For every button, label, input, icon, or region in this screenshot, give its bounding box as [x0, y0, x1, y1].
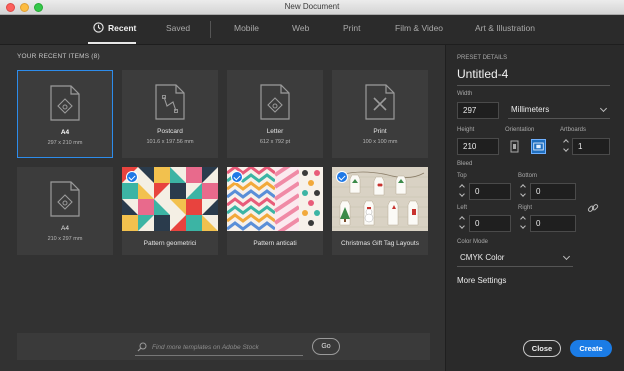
document-icon: [50, 85, 80, 121]
tab-web[interactable]: Web: [292, 23, 309, 33]
stock-search-input[interactable]: Find more templates on Adobe Stock: [152, 344, 259, 351]
active-tab-indicator: [88, 42, 136, 44]
document-icon: [50, 181, 80, 217]
bleed-right-input[interactable]: 0: [530, 215, 576, 232]
print-document-icon: [365, 84, 395, 120]
tab-print[interactable]: Print: [343, 23, 360, 33]
template-name: Pattern geometrici: [143, 240, 197, 247]
template-pattern-anticati[interactable]: Pattern anticati: [227, 167, 323, 255]
portrait-orientation-icon[interactable]: [507, 139, 522, 154]
recent-item-name: Print: [373, 128, 387, 135]
preset-details-header: PRESET DETAILS: [457, 55, 508, 61]
bleed-left-label: Left: [457, 205, 468, 211]
tab-recent[interactable]: Recent: [108, 23, 136, 33]
bleed-top-input[interactable]: 0: [469, 183, 511, 200]
chevron-down-icon: [562, 252, 571, 261]
window-title: New Document: [284, 2, 340, 11]
search-icon: [137, 342, 147, 352]
bleed-left-input[interactable]: 0: [469, 215, 511, 232]
preset-details-panel: PRESET DETAILS Untitled-4 Width 297 Mill…: [445, 45, 624, 371]
bleed-right-label: Right: [518, 205, 533, 211]
bleed-bottom-stepper[interactable]: [520, 184, 527, 199]
name-underline: [457, 85, 610, 86]
recent-item-a4-landscape[interactable]: A4 297 x 210 mm: [17, 70, 113, 158]
recent-item-name: Postcard: [157, 128, 183, 135]
recent-items-title: YOUR RECENT ITEMS: [17, 53, 90, 60]
recent-items-header: YOUR RECENT ITEMS (8): [17, 53, 100, 60]
checkmark-icon: [336, 171, 348, 183]
recent-item-print[interactable]: Print 100 x 100 mm: [332, 70, 428, 158]
category-tabs: Recent Saved Mobile Web Print Film & Vid…: [0, 15, 624, 45]
create-button[interactable]: Create: [570, 340, 612, 357]
orientation-label: Orientation: [505, 127, 535, 133]
height-label: Height: [457, 127, 475, 133]
landscape-orientation-icon[interactable]: [531, 139, 546, 154]
link-icon[interactable]: [587, 202, 599, 214]
width-label: Width: [457, 91, 473, 97]
recent-items-count: (8): [91, 53, 100, 60]
tab-art-illustration[interactable]: Art & Illustration: [475, 23, 535, 33]
color-mode-value: CMYK Color: [460, 253, 505, 262]
document-name-field[interactable]: Untitled-4: [457, 67, 508, 81]
checkmark-icon: [126, 171, 138, 183]
units-select[interactable]: Millimeters: [508, 102, 610, 119]
recent-item-a4-portrait[interactable]: A4 210 x 297 mm: [17, 167, 113, 255]
bleed-top-stepper[interactable]: [459, 184, 466, 199]
template-name: Pattern anticati: [253, 240, 297, 247]
recent-item-letter[interactable]: Letter 612 x 792 pt: [227, 70, 323, 158]
stock-search-underline: [135, 355, 303, 356]
bleed-right-stepper[interactable]: [520, 216, 527, 231]
bleed-label: Bleed: [457, 161, 473, 167]
width-input[interactable]: 297: [457, 102, 499, 119]
recent-item-name: A4: [61, 225, 69, 232]
color-mode-select[interactable]: CMYK Color: [457, 250, 573, 267]
bleed-bottom-input[interactable]: 0: [530, 183, 576, 200]
artboards-input[interactable]: 1: [572, 138, 610, 155]
recent-item-postcard[interactable]: Postcard 101.6 x 197.56 mm: [122, 70, 218, 158]
close-button[interactable]: Close: [523, 340, 561, 357]
artboards-label: Artboards: [560, 127, 587, 133]
units-value: Millimeters: [511, 105, 550, 114]
bleed-left-stepper[interactable]: [459, 216, 466, 231]
bleed-bottom-label: Bottom: [518, 173, 538, 179]
more-settings-link[interactable]: More Settings: [457, 276, 506, 285]
checkmark-icon: [231, 171, 243, 183]
recent-item-size: 100 x 100 mm: [362, 139, 398, 145]
recent-item-size: 297 x 210 mm: [47, 140, 83, 146]
chevron-down-icon: [599, 104, 608, 113]
recent-item-name: A4: [60, 129, 70, 136]
tab-mobile[interactable]: Mobile: [234, 23, 259, 33]
recent-item-size: 101.6 x 197.56 mm: [146, 139, 194, 145]
document-icon: [260, 84, 290, 120]
recent-item-size: 210 x 297 mm: [47, 236, 83, 242]
tab-divider: [210, 21, 211, 38]
recent-item-size: 612 x 792 pt: [259, 139, 291, 145]
stock-search-bar: Find more templates on Adobe Stock Go: [17, 333, 430, 360]
height-input[interactable]: 210: [457, 138, 499, 155]
clock-icon: [93, 22, 104, 33]
title-bar: New Document: [0, 0, 624, 15]
artboards-stepper[interactable]: [563, 139, 570, 154]
color-mode-label: Color Mode: [457, 239, 489, 245]
tab-film-video[interactable]: Film & Video: [395, 23, 443, 33]
template-pattern-geometrici[interactable]: Pattern geometrici: [122, 167, 218, 255]
template-name: Christmas Gift Tag Layouts: [341, 240, 419, 247]
bleed-top-label: Top: [457, 173, 467, 179]
go-button[interactable]: Go: [312, 338, 340, 355]
postcard-icon: [155, 84, 185, 120]
recent-item-name: Letter: [266, 128, 284, 135]
template-christmas-gift-tags[interactable]: Christmas Gift Tag Layouts: [332, 167, 428, 255]
tab-saved[interactable]: Saved: [166, 23, 190, 33]
